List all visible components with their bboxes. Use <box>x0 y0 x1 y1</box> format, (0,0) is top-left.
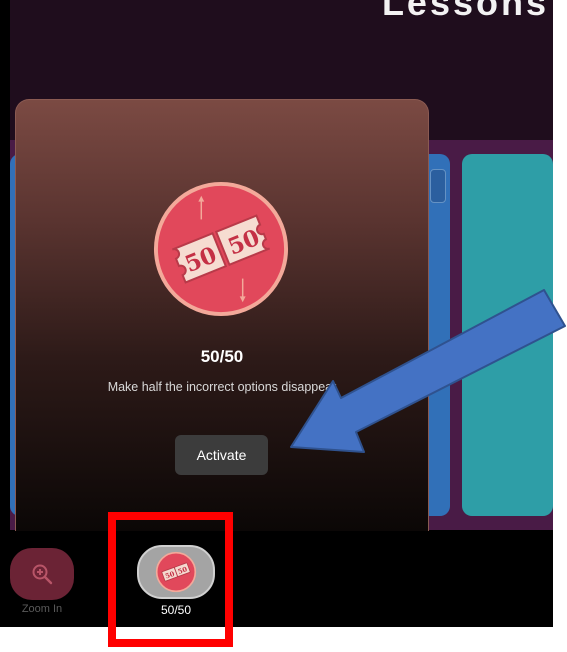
zoom-in-icon <box>32 564 53 585</box>
popup-title: 50/50 <box>200 347 244 366</box>
powerup-popup: 50 50 50/50 Make half the incorrect opti… <box>15 99 429 531</box>
answer-option-teal[interactable] <box>462 154 553 516</box>
zoom-in-label: Zoom In <box>21 603 63 615</box>
zoom-in-button[interactable] <box>10 548 74 600</box>
popup-description: Make half the incorrect options disappea… <box>107 380 337 394</box>
activate-button[interactable]: Activate <box>175 435 268 475</box>
header-corner-text: Lessons <box>381 0 549 23</box>
fifty-fifty-ticket-icon: 50 50 <box>153 181 289 317</box>
annotation-highlight-box <box>108 512 233 647</box>
quiz-app-screen: Lessons Zoom In 50 50 50/50 50 50 50/50 … <box>0 0 553 627</box>
option-corner-chip <box>430 169 446 203</box>
